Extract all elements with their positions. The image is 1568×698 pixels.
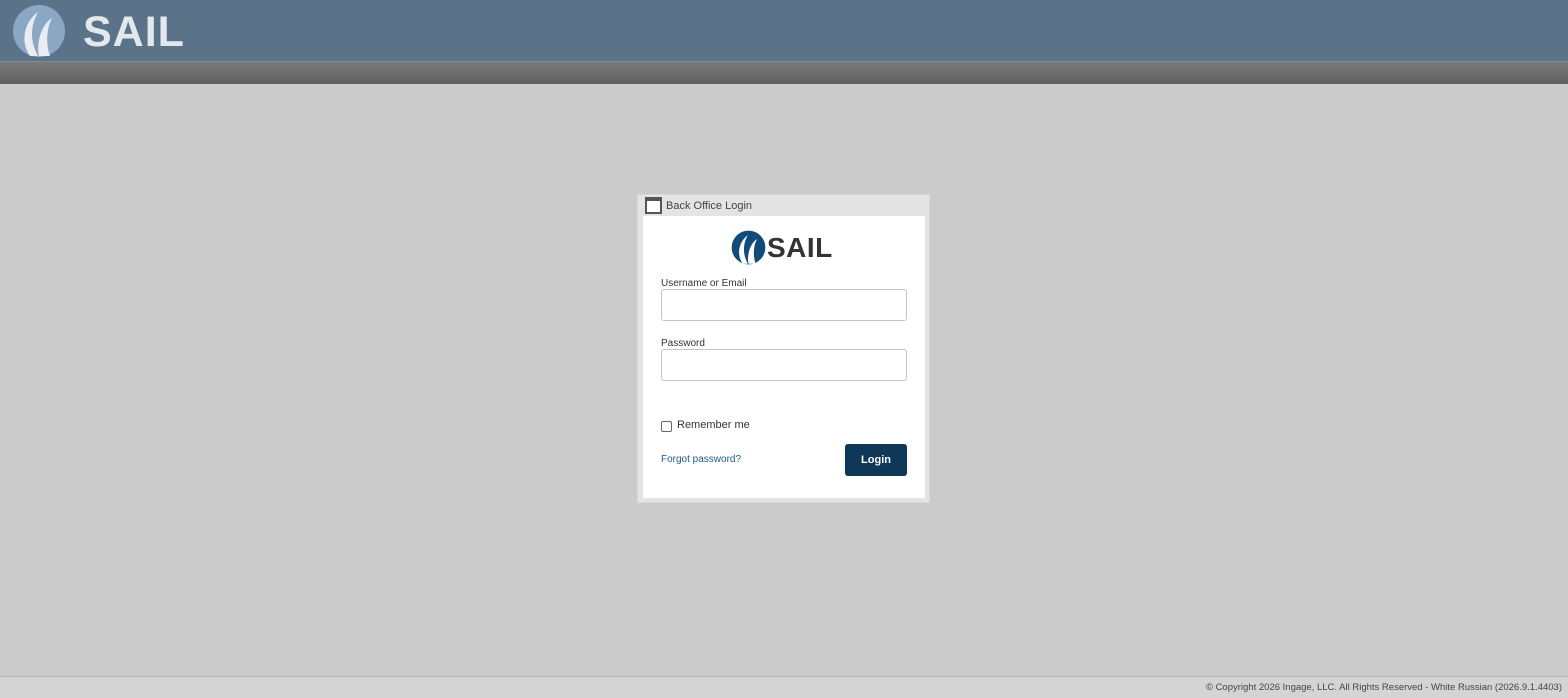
header-logo-text: SAIL xyxy=(83,8,185,56)
login-window: Back Office Login SAIL Username or Email… xyxy=(637,194,930,503)
username-label: Username or Email xyxy=(661,278,747,289)
copyright-text: © Copyright 2026 Ingage, LLC. All Rights… xyxy=(1205,682,1562,693)
sail-logo-icon xyxy=(13,5,65,57)
window-titlebar: Back Office Login xyxy=(638,195,929,216)
top-header-bar: SAIL xyxy=(0,0,1568,62)
header-logo: SAIL xyxy=(12,4,185,58)
remember-me-label[interactable]: Remember me xyxy=(677,419,750,431)
forgot-password-link[interactable]: Forgot password? xyxy=(661,454,741,465)
login-button[interactable]: Login xyxy=(845,444,907,476)
window-icon xyxy=(645,197,662,214)
username-input[interactable] xyxy=(661,289,907,321)
password-label: Password xyxy=(661,338,705,349)
sail-logo-icon xyxy=(731,230,766,265)
form-logo-text: SAIL xyxy=(767,232,833,263)
password-input[interactable] xyxy=(661,349,907,381)
remember-me-checkbox[interactable] xyxy=(661,421,672,432)
footer-bar: © Copyright 2026 Ingage, LLC. All Rights… xyxy=(0,676,1568,698)
form-logo: SAIL xyxy=(731,230,841,268)
login-form: SAIL Username or Email Password Remember… xyxy=(643,216,925,498)
toolbar-strip xyxy=(0,62,1568,84)
window-title: Back Office Login xyxy=(666,200,753,212)
